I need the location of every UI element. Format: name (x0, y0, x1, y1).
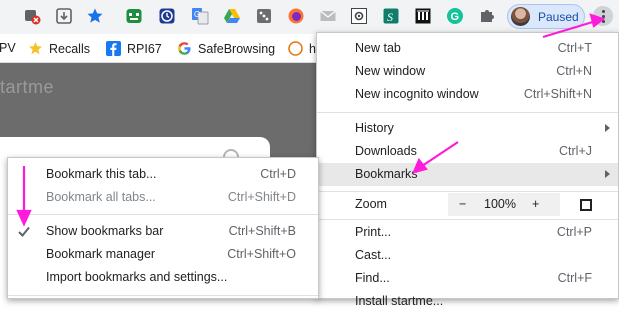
menu-item-label: Print... (355, 225, 392, 239)
kebab-dot (601, 14, 605, 18)
zoom-in-button[interactable]: + (532, 197, 539, 211)
menu-item-shortcut: Ctrl+F (557, 271, 592, 285)
zoom-label: Zoom (355, 197, 387, 211)
menu-separator (317, 219, 618, 220)
menu-separator (8, 295, 318, 296)
dice-extension-icon[interactable] (254, 6, 274, 26)
translate-icon[interactable]: G (190, 6, 210, 26)
zoom-level: 100% (484, 197, 516, 211)
menu-separator (8, 214, 318, 215)
menu-item-label: New window (355, 64, 426, 78)
kebab-dot (601, 19, 605, 23)
menu-separator (317, 112, 618, 113)
checkmark-icon (18, 226, 30, 237)
svg-text:S: S (387, 10, 393, 24)
menu-item-label: Bookmark all tabs... (46, 190, 156, 204)
block-site-icon[interactable] (22, 6, 42, 26)
submenu-arrow-icon (605, 170, 610, 178)
menu-item-bookmark-manager[interactable]: Bookmark manager Ctrl+Shift+O (8, 243, 318, 266)
firefox-extension-icon[interactable] (286, 6, 306, 26)
menu-item-print[interactable]: Print... Ctrl+P (317, 221, 618, 244)
kebab-dot (601, 9, 605, 13)
robot-extension-icon[interactable] (124, 6, 144, 26)
bookmark-label: Recalls (49, 42, 90, 56)
menu-item-label: Import bookmarks and settings... (46, 270, 228, 284)
menu-item-bookmark-all-tabs[interactable]: Bookmark all tabs... Ctrl+Shift+D (8, 186, 318, 209)
zoom-out-button[interactable]: − (459, 197, 466, 211)
menu-item-new-window[interactable]: New window Ctrl+N (317, 60, 618, 83)
profile-button[interactable]: Paused (507, 4, 585, 29)
menu-item-shortcut: Ctrl+D (260, 167, 296, 181)
site-logo: tartme (0, 77, 55, 97)
google-icon (178, 42, 191, 55)
menu-item-bookmarks[interactable]: Bookmarks (317, 163, 618, 186)
menu-item-install[interactable]: Install startme... (317, 290, 618, 313)
avatar (511, 7, 530, 26)
bookmark-item-truncated[interactable]: h (288, 41, 316, 56)
browser-toolbar: G S G Paused (0, 0, 619, 34)
profile-status-label: Paused (538, 10, 579, 24)
menu-item-label: Downloads (355, 144, 417, 158)
menu-item-label: New incognito window (355, 87, 479, 101)
facebook-icon (106, 41, 121, 56)
menu-item-label: Show bookmarks bar (46, 224, 164, 238)
menu-item-shortcut: Ctrl+Shift+N (523, 87, 592, 101)
bookmark-item[interactable]: PV (0, 41, 16, 55)
menu-item-shortcut: Ctrl+Shift+O (227, 247, 296, 261)
bookmark-label: RPI67 (127, 42, 162, 56)
menu-item-shortcut: Ctrl+N (556, 64, 592, 78)
svg-text:G: G (194, 10, 200, 19)
bookmarks-submenu: Bookmark this tab... Ctrl+D Bookmark all… (7, 157, 319, 299)
menu-item-zoom: Zoom − 100% + (317, 193, 618, 216)
menu-item-import-bookmarks[interactable]: Import bookmarks and settings... (8, 266, 318, 289)
menu-item-cast[interactable]: Cast... (317, 244, 618, 267)
clock-extension-icon[interactable] (157, 6, 177, 26)
bookmark-site-icon (288, 41, 303, 56)
google-drive-icon[interactable] (222, 6, 242, 26)
bookmark-item-safebrowsing[interactable]: SafeBrowsing (177, 41, 275, 56)
menu-item-label: Bookmarks (355, 167, 418, 181)
menu-item-bookmark-this-tab[interactable]: Bookmark this tab... Ctrl+D (8, 163, 318, 186)
install-app-icon[interactable] (54, 6, 74, 26)
menu-item-label: Install startme... (355, 294, 444, 308)
settings-box-icon[interactable] (349, 6, 369, 26)
chrome-menu-button[interactable] (593, 6, 613, 26)
menu-item-label: Bookmark manager (46, 247, 156, 261)
menu-item-label: Bookmark this tab... (46, 167, 157, 181)
submenu-arrow-icon (605, 124, 610, 132)
bookmark-label: h (309, 42, 316, 56)
menu-item-new-incognito[interactable]: New incognito window Ctrl+Shift+N (317, 83, 618, 106)
menu-item-shortcut: Ctrl+Shift+D (227, 190, 296, 204)
menu-item-label: Find... (355, 271, 390, 285)
menu-item-shortcut: Ctrl+P (556, 225, 592, 239)
svg-text:G: G (451, 11, 460, 23)
menu-item-shortcut: Ctrl+Shift+B (228, 224, 296, 238)
archive-extension-icon[interactable] (413, 6, 433, 26)
menu-separator (317, 191, 618, 192)
star-icon (29, 42, 42, 55)
fullscreen-icon[interactable] (580, 199, 592, 211)
menu-item-history[interactable]: History (317, 117, 618, 140)
extensions-puzzle-icon[interactable] (477, 6, 497, 26)
bookmark-label: SafeBrowsing (198, 42, 276, 56)
grammarly-icon[interactable]: G (445, 6, 465, 26)
menu-item-show-bookmarks-bar[interactable]: Show bookmarks bar Ctrl+Shift+B (8, 220, 318, 243)
bookmark-item-rpi67[interactable]: RPI67 (106, 41, 162, 56)
stylus-extension-icon[interactable]: S (381, 6, 401, 26)
bookmark-star-icon[interactable] (85, 6, 105, 26)
menu-item-find[interactable]: Find... Ctrl+F (317, 267, 618, 290)
chrome-main-menu: New tab Ctrl+T New window Ctrl+N New inc… (316, 32, 619, 308)
menu-item-label: Cast... (355, 248, 392, 262)
menu-item-label: History (355, 121, 394, 135)
menu-item-new-tab[interactable]: New tab Ctrl+T (317, 37, 618, 60)
bookmark-label: PV (0, 41, 16, 55)
menu-item-shortcut: Ctrl+J (559, 144, 592, 158)
bookmark-item-recalls[interactable]: Recalls (28, 41, 90, 56)
mail-extension-icon[interactable] (318, 6, 338, 26)
menu-item-label: New tab (355, 41, 401, 55)
menu-item-shortcut: Ctrl+T (557, 41, 592, 55)
menu-item-downloads[interactable]: Downloads Ctrl+J (317, 140, 618, 163)
